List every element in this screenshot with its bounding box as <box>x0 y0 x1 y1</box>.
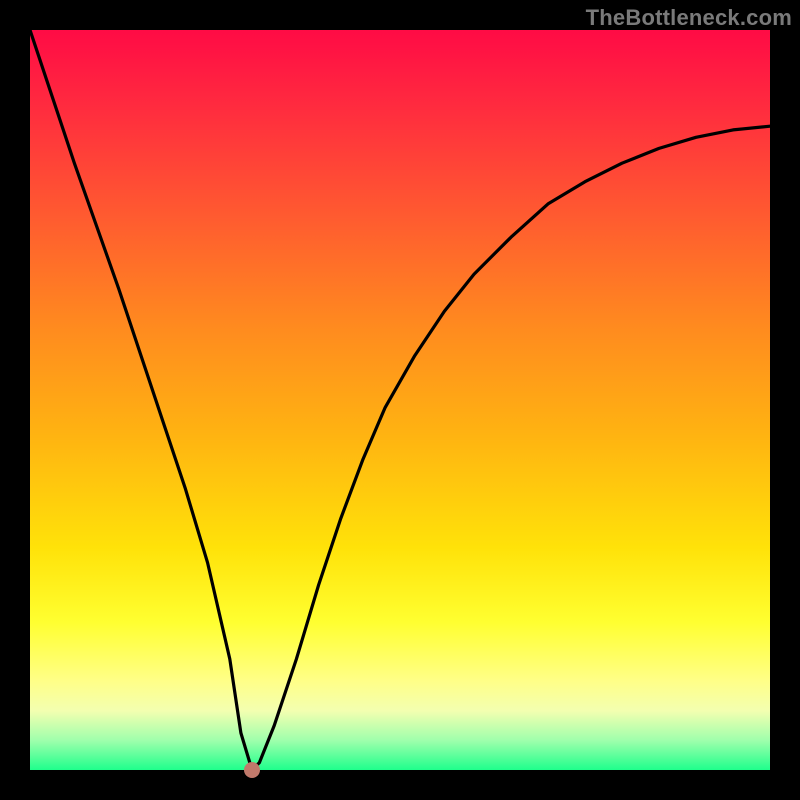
min-marker <box>244 762 260 778</box>
watermark-text: TheBottleneck.com <box>586 5 792 31</box>
chart-frame: TheBottleneck.com <box>0 0 800 800</box>
bottleneck-curve <box>30 30 770 770</box>
curve-layer <box>30 30 770 770</box>
